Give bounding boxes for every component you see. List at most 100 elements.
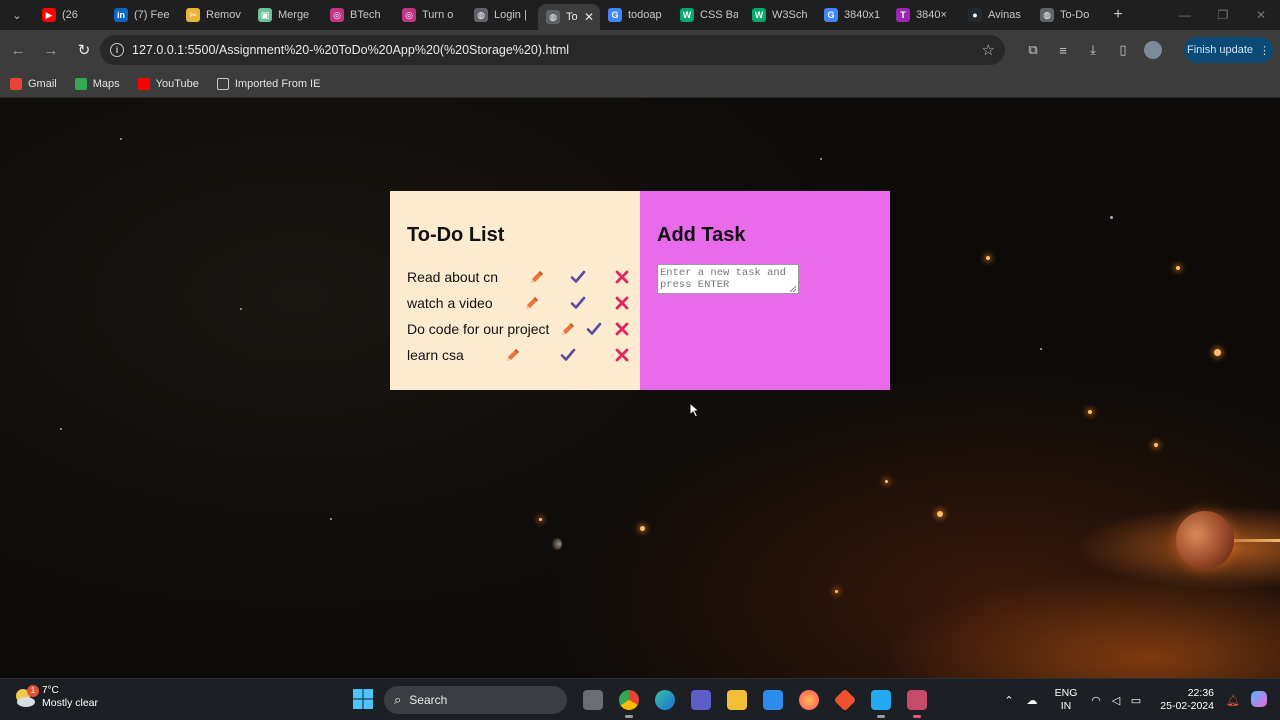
tab-title: (7) Fee (134, 9, 170, 21)
profile-avatar[interactable] (1144, 41, 1162, 59)
tab-search-chevron-icon[interactable]: ⌄ (0, 0, 34, 30)
copilot-icon[interactable] (1246, 690, 1272, 711)
edit-pencil-icon[interactable] (559, 320, 577, 338)
language-indicator[interactable]: ENG IN (1046, 687, 1086, 713)
complete-check-icon[interactable] (569, 268, 587, 286)
new-task-input[interactable] (657, 264, 799, 294)
file-explorer-icon[interactable] (719, 685, 755, 715)
browser-tab[interactable]: ◎ BTech (322, 0, 394, 30)
github-icon: ● (968, 8, 982, 22)
clock-date: 25-02-2024 (1160, 700, 1214, 712)
volume-icon[interactable]: ◁ (1106, 694, 1126, 707)
tab-title: Login | (494, 9, 527, 21)
system-clock[interactable]: 22:36 25-02-2024 (1156, 687, 1214, 713)
back-icon[interactable]: ← (3, 35, 33, 65)
edge-icon[interactable] (647, 685, 683, 715)
finish-update-button[interactable]: Finish update ⋮ (1184, 37, 1273, 63)
bookmarks-bar: Gmail Maps YouTube Imported From IE (0, 70, 1280, 98)
task-text: learn csa (407, 347, 464, 363)
download-icon[interactable]: ⤓ (1078, 35, 1108, 65)
address-bar[interactable]: i 127.0.0.1:5500/Assignment%20-%20ToDo%2… (100, 35, 1005, 65)
browser-tab[interactable]: in (7) Fee (106, 0, 178, 30)
tab-title: To-Do (1060, 9, 1090, 21)
browser-tab[interactable]: Gtodoap (600, 0, 672, 30)
browser-tab[interactable]: ◎ Turn o (394, 0, 466, 30)
edit-pencil-icon[interactable] (504, 346, 522, 364)
battery-icon[interactable]: ▭ (1126, 694, 1146, 707)
tab-title: Turn o (422, 9, 454, 21)
delete-cross-icon[interactable] (613, 346, 631, 364)
browser-tab[interactable]: ◍ Login | (466, 0, 538, 30)
browser-tab[interactable]: ▣ Merge (250, 0, 322, 30)
youtube-icon: ▶ (42, 8, 56, 22)
git-icon[interactable] (827, 685, 863, 715)
maximize-icon[interactable]: ❐ (1204, 0, 1242, 30)
task-text: Read about cn (407, 269, 499, 285)
tab-title: W3Sch (772, 9, 808, 21)
browser-tab[interactable]: ◍ To ✕ (538, 4, 600, 30)
weather-badge: 1 (27, 684, 39, 697)
side-panel-icon[interactable]: ▯ (1108, 35, 1138, 65)
bookmark-item[interactable]: Maps (74, 77, 120, 90)
bookmark-item[interactable]: Gmail (10, 77, 57, 90)
vscode-icon[interactable] (863, 685, 899, 718)
complete-check-icon[interactable] (585, 320, 603, 338)
url-text[interactable]: 127.0.0.1:5500/Assignment%20-%20ToDo%20A… (132, 43, 982, 57)
reload-icon[interactable]: ↻ (69, 35, 99, 65)
edit-pencil-icon[interactable] (528, 268, 546, 286)
onedrive-icon[interactable]: ☁ (1018, 694, 1046, 707)
task-list: Read about cn watch a video Do code for ou… (407, 264, 629, 368)
browser-tab[interactable]: ✂ Remov (178, 0, 250, 30)
glowing-star (1214, 349, 1221, 356)
browser-tab[interactable]: W CSS Ba (672, 0, 744, 30)
task-view-icon[interactable] (575, 685, 611, 715)
minimize-icon[interactable]: — (1166, 0, 1204, 30)
bookmark-star-icon[interactable]: ☆ (982, 41, 995, 59)
bookmark-label: Maps (92, 77, 120, 90)
extensions-icon[interactable]: ⧉ (1018, 35, 1048, 65)
site-info-icon[interactable]: i (110, 43, 124, 57)
delete-cross-icon[interactable] (613, 294, 631, 312)
glowing-star (885, 480, 888, 483)
browser-tab[interactable]: ▶ (26 (34, 0, 106, 30)
snipping-tool-icon[interactable] (899, 685, 935, 718)
teams-icon[interactable] (683, 685, 719, 715)
globe-icon: ◍ (474, 8, 488, 22)
browser-tab[interactable]: W W3Sch (744, 0, 816, 30)
delete-cross-icon[interactable] (613, 320, 631, 338)
browser-tab-bar: ⌄ ▶ (26 in (7) Fee ✂ Remov ▣ Merge ◎ BTech ◎ Turn o… (0, 0, 1280, 30)
edit-pencil-icon[interactable] (523, 294, 541, 312)
firefox-icon[interactable] (791, 685, 827, 715)
browser-tab[interactable]: T 3840× (888, 0, 960, 30)
tab-title: Remov (206, 9, 241, 21)
resize-grip-icon[interactable] (790, 286, 796, 292)
bookmark-item[interactable]: YouTube (137, 77, 199, 90)
more-menu-icon[interactable]: ⋮ (1259, 44, 1270, 57)
google-icon: G (608, 8, 622, 22)
bookmark-item[interactable]: Imported From IE (216, 77, 320, 90)
todo-list-panel: To-Do List Read about cn watch a video Do … (390, 191, 640, 390)
forward-icon[interactable]: → (36, 35, 66, 65)
task-item: learn csa (407, 342, 629, 368)
chrome-icon[interactable] (611, 685, 647, 718)
browser-tab[interactable]: ● Avinas (960, 0, 1032, 30)
complete-check-icon[interactable] (559, 346, 577, 364)
t-icon: T (896, 8, 910, 22)
windows-start-icon[interactable] (352, 688, 374, 710)
close-tab-icon[interactable]: ✕ (584, 10, 594, 24)
show-hidden-icons-icon[interactable]: ⌃ (1000, 694, 1018, 707)
browser-tab[interactable]: G 3840x1 (816, 0, 888, 30)
close-window-icon[interactable]: ✕ (1242, 0, 1280, 30)
finish-update-label: Finish update (1186, 44, 1254, 56)
store-icon[interactable] (755, 685, 791, 715)
reading-list-icon[interactable]: ≡ (1048, 35, 1078, 65)
delete-cross-icon[interactable] (613, 268, 631, 286)
new-tab-button[interactable]: + (1104, 6, 1132, 24)
weather-widget[interactable]: 1 7°C Mostly clear (14, 684, 98, 710)
taskbar-search[interactable]: ⌕ Search (384, 686, 567, 714)
browser-tab[interactable]: ◍ To-Do (1032, 0, 1104, 30)
complete-check-icon[interactable] (569, 294, 587, 312)
glowing-star (986, 256, 990, 260)
wifi-icon[interactable]: ◠ (1086, 694, 1106, 707)
notification-bell-icon[interactable]: 🔔︎ (1220, 694, 1246, 707)
